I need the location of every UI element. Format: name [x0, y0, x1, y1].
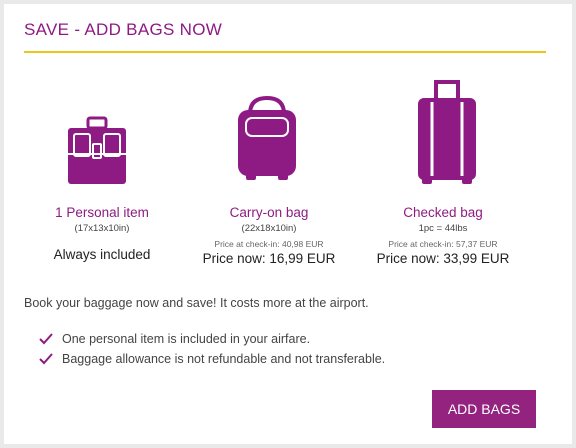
carry-on-option: Carry-on bag (22x18x10in) Price at check…: [189, 204, 349, 267]
bullet-item: Baggage allowance is not refundable and …: [38, 349, 385, 369]
book-now-text: Book your baggage now and save! It costs…: [24, 296, 369, 310]
checkin-price: Price at check-in: 57,37 EUR: [388, 239, 498, 249]
bullet-text: One personal item is included in your ai…: [62, 332, 311, 346]
price-now: Price now: 16,99 EUR: [202, 251, 336, 266]
bag-name: Checked bag: [403, 205, 483, 220]
panel-title: SAVE - ADD BAGS NOW: [24, 20, 223, 39]
bag-dimensions: (22x18x10in): [241, 223, 297, 234]
baggage-panel: SAVE - ADD BAGS NOW 1 Personal item (17x…: [4, 4, 572, 444]
included-note: Always included: [53, 247, 151, 262]
carry-on-bag-icon: [238, 95, 296, 180]
personal-item-option: 1 Personal item (17x13x10in) Always incl…: [22, 204, 182, 262]
title-divider: [24, 51, 546, 53]
checked-bag-icon: [418, 80, 476, 184]
bullet-item: One personal item is included in your ai…: [38, 329, 385, 349]
bag-dimensions: (17x13x10in): [74, 223, 130, 234]
bullet-text: Baggage allowance is not refundable and …: [62, 352, 386, 366]
checkmark-icon: [39, 353, 53, 365]
info-bullets: One personal item is included in your ai…: [38, 329, 385, 369]
checkin-price: Price at check-in: 40,98 EUR: [214, 239, 324, 249]
checkmark-icon: [39, 333, 53, 345]
personal-item-icon: [68, 116, 126, 184]
checked-bag-option: Checked bag 1pc = 44lbs Price at check-i…: [363, 204, 523, 267]
bag-name: 1 Personal item: [55, 205, 149, 220]
bag-name: Carry-on bag: [229, 205, 309, 220]
add-bags-button[interactable]: ADD BAGS: [432, 390, 536, 428]
price-now: Price now: 33,99 EUR: [376, 251, 510, 266]
bag-dimensions: 1pc = 44lbs: [418, 223, 468, 234]
